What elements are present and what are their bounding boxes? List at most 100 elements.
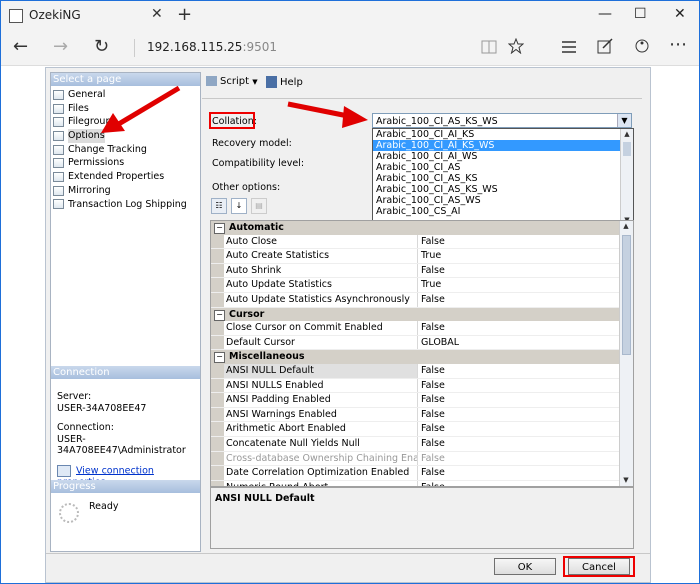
collapse-icon[interactable]: −	[214, 309, 225, 321]
property-value[interactable]: False	[418, 452, 445, 466]
dropdown-option[interactable]: Arabic_100_CI_AS_KS_WS	[373, 184, 633, 195]
web-note-icon[interactable]	[597, 38, 613, 54]
page-item[interactable]: Filegroups	[51, 115, 200, 129]
page-item[interactable]: Files	[51, 102, 200, 116]
dropdown-option[interactable]: Arabic_100_CS_AI	[373, 206, 633, 217]
grid-row[interactable]: Arithmetic Abort Enabled False	[211, 422, 619, 437]
grid-scrollbar[interactable]: ▲ ▼	[619, 221, 633, 486]
categorized-icon[interactable]: ☷	[211, 198, 227, 214]
property-name: Auto Update Statistics Asynchronously	[224, 292, 418, 307]
chevron-down-icon[interactable]: ▼	[617, 114, 631, 127]
page-item-label: Options	[68, 129, 105, 143]
page-item[interactable]: Mirroring	[51, 184, 200, 198]
page-item-label: General	[68, 89, 106, 100]
scroll-thumb[interactable]	[622, 235, 631, 355]
property-value[interactable]: False	[418, 235, 445, 249]
address-field[interactable]: 192.168.115.25:9501	[147, 40, 277, 54]
property-value[interactable]: False	[418, 393, 445, 407]
grid-row[interactable]: Default Cursor GLOBAL	[211, 335, 619, 351]
property-value[interactable]: False	[418, 437, 445, 451]
help-icon	[266, 76, 277, 88]
scroll-down-icon[interactable]: ▼	[620, 475, 632, 486]
hub-icon[interactable]	[561, 40, 577, 54]
script-button[interactable]: Script ▼	[206, 76, 258, 87]
scroll-thumb[interactable]	[623, 142, 631, 156]
property-name: Arithmetic Abort Enabled	[224, 422, 418, 436]
grid-row[interactable]: ANSI Warnings Enabled False	[211, 407, 619, 423]
grid-row[interactable]: ANSI NULL Default False	[211, 363, 619, 379]
page-item[interactable]: Transaction Log Shipping	[51, 198, 200, 212]
reading-view-icon[interactable]	[481, 40, 497, 54]
back-icon[interactable]: ←	[13, 36, 28, 57]
dropdown-option[interactable]: Arabic_100_CI_AS	[373, 162, 633, 173]
grid-category[interactable]: − Cursor	[211, 307, 619, 322]
property-value[interactable]: True	[418, 278, 441, 292]
property-value[interactable]: False	[418, 408, 445, 422]
dropdown-option[interactable]: Arabic_100_CI_AI_KS	[373, 129, 633, 140]
collation-select[interactable]: Arabic_100_CI_AS_KS_WS ▼	[372, 113, 632, 128]
collation-dropdown-list[interactable]: Arabic_100_CI_AI_KS Arabic_100_CI_AI_KS_W…	[372, 128, 634, 227]
grid-row[interactable]: Auto Update Statistics Asynchronously Fal…	[211, 292, 619, 308]
tab-close-icon[interactable]: ✕	[151, 6, 163, 22]
share-icon[interactable]	[634, 38, 650, 54]
new-tab-icon[interactable]: +	[177, 4, 192, 25]
scroll-up-icon[interactable]: ▲	[620, 221, 632, 232]
favorite-star-icon[interactable]	[508, 38, 524, 54]
property-value[interactable]: False	[418, 264, 445, 278]
property-name: ANSI Warnings Enabled	[224, 407, 418, 422]
property-value[interactable]: False	[418, 364, 445, 378]
property-value[interactable]: False	[418, 321, 445, 335]
page-item[interactable]: Change Tracking	[51, 143, 200, 157]
connection-value: USER-34A708EE47\Administrator	[57, 433, 186, 457]
close-window-icon[interactable]: ✕	[674, 6, 686, 22]
help-button[interactable]: Help	[266, 76, 303, 88]
grid-row[interactable]: Concatenate Null Yields Null False	[211, 436, 619, 452]
property-value[interactable]: False	[418, 422, 445, 436]
page-item[interactable]: Permissions	[51, 156, 200, 170]
url-host: 192.168.115.25	[147, 40, 243, 54]
tab-title[interactable]: OzekiNG	[29, 8, 81, 22]
scroll-up-icon[interactable]: ▲	[621, 129, 633, 140]
collapse-icon[interactable]: −	[214, 223, 225, 234]
refresh-icon[interactable]: ↻	[94, 36, 109, 57]
minimize-icon[interactable]: —	[598, 6, 612, 22]
grid-category[interactable]: − Miscellaneous	[211, 350, 619, 364]
page-item[interactable]: Extended Properties	[51, 170, 200, 184]
alphabetical-sort-icon[interactable]: ↓	[231, 198, 247, 214]
property-value[interactable]: False	[418, 379, 445, 393]
property-value[interactable]: False	[418, 293, 445, 307]
more-icon[interactable]: ⋯	[669, 34, 687, 55]
ok-button[interactable]: OK	[494, 558, 556, 575]
grid-row[interactable]: Auto Close False	[211, 234, 619, 250]
page-item[interactable]: General	[51, 88, 200, 102]
dropdown-option[interactable]: Arabic_100_CI_AS_KS	[373, 173, 633, 184]
property-pages-icon[interactable]: ▤	[251, 198, 267, 214]
progress-header: Progress	[51, 480, 200, 493]
forward-icon[interactable]: →	[53, 36, 68, 57]
grid-row[interactable]: ANSI Padding Enabled False	[211, 393, 619, 408]
grid-row[interactable]: Auto Create Statistics True	[211, 249, 619, 264]
dropdown-option[interactable]: Arabic_100_CI_AI_WS	[373, 151, 633, 162]
grid-row[interactable]: Close Cursor on Commit Enabled False	[211, 321, 619, 336]
grid-rows: − Automatic Auto Close False Auto Create Sta…	[211, 221, 619, 486]
grid-row[interactable]: Auto Shrink False	[211, 263, 619, 279]
dropdown-option[interactable]: Arabic_100_CI_AS_WS	[373, 195, 633, 206]
grid-row[interactable]: Date Correlation Optimization Enabled Fal…	[211, 466, 619, 481]
grid-row[interactable]: Cross-database Ownership Chaining Enable…	[211, 451, 619, 467]
dropdown-option[interactable]: Arabic_100_CI_AI_KS_WS	[373, 140, 633, 151]
category-name: Cursor	[229, 308, 265, 320]
property-value[interactable]: True	[418, 249, 441, 263]
property-value[interactable]: GLOBAL	[418, 336, 459, 350]
divider	[134, 39, 135, 57]
maximize-icon[interactable]: ☐	[634, 6, 647, 22]
grid-row[interactable]: Auto Update Statistics True	[211, 278, 619, 293]
recovery-model-label: Recovery model:	[212, 138, 292, 149]
grid-row[interactable]: ANSI NULLS Enabled False	[211, 378, 619, 394]
collapse-icon[interactable]: −	[214, 352, 225, 364]
grid-category[interactable]: − Automatic	[211, 221, 619, 235]
property-value[interactable]: False	[418, 466, 445, 480]
dropdown-scrollbar[interactable]: ▲ ▼	[620, 129, 633, 226]
row-gutter	[211, 363, 224, 378]
page-item[interactable]: Options	[51, 129, 200, 143]
database-properties-dialog: Select a page General Files Filegroups Opti…	[45, 67, 651, 583]
